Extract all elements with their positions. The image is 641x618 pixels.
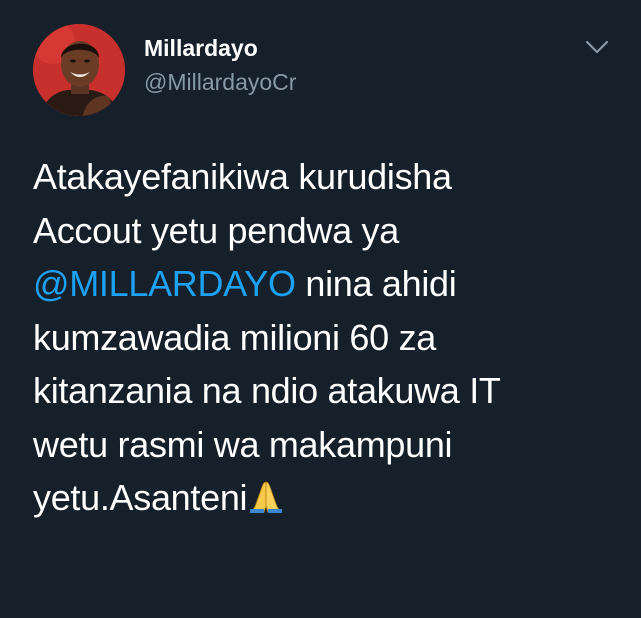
chevron-down-icon[interactable] bbox=[582, 34, 612, 60]
avatar[interactable] bbox=[33, 24, 125, 116]
user-handle[interactable]: @MillardayoCr bbox=[144, 68, 296, 96]
tweet-line: kumzawadia milioni 60 za bbox=[33, 316, 436, 358]
folded-hands-emoji bbox=[248, 478, 284, 514]
tweet-line: yetu.Asanteni bbox=[33, 471, 633, 525]
tweet-card: Millardayo @MillardayoCr Atakayefanikiwa… bbox=[0, 0, 641, 618]
display-name[interactable]: Millardayo bbox=[144, 34, 258, 62]
tweet-line: kitanzania na ndio atakuwa IT bbox=[33, 370, 501, 411]
tweet-line-text: yetu.Asanteni bbox=[33, 477, 248, 518]
tweet-line: wetu rasmi wa makampuni bbox=[33, 423, 453, 465]
tweet-line: Atakayefanikiwa kurudisha bbox=[33, 156, 452, 197]
tweet-line-text: nina ahidi bbox=[295, 263, 457, 304]
tweet-line: @MILLARDAYO nina ahidi bbox=[33, 257, 633, 311]
mention-link[interactable]: @MILLARDAYO bbox=[33, 263, 296, 304]
tweet-line: Accout yetu pendwa ya bbox=[33, 209, 399, 251]
tweet-text: Atakayefanikiwa kurudisha Accout yetu pe… bbox=[33, 150, 633, 525]
